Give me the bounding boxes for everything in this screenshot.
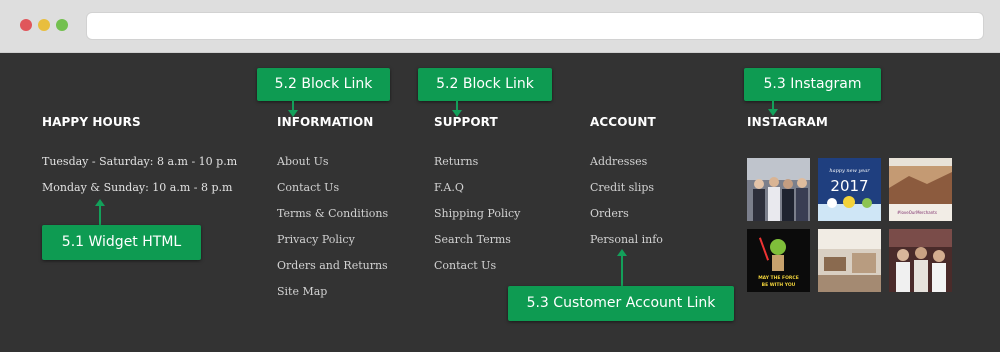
arrow-line: [456, 101, 458, 110]
link-returns[interactable]: Returns: [434, 153, 520, 179]
annotation-instagram: 5.3 Instagram: [744, 68, 881, 101]
close-window-icon[interactable]: [20, 19, 32, 31]
instagram-photo-office[interactable]: [818, 229, 881, 292]
instagram-photo-people[interactable]: [889, 229, 952, 292]
happy-hours-title: HAPPY HOURS: [42, 115, 141, 129]
arrow-down-icon: [452, 110, 462, 117]
account-title: ACCOUNT: [590, 115, 656, 129]
maximize-window-icon[interactable]: [56, 19, 68, 31]
arrow-line: [772, 101, 774, 109]
arrow-line: [99, 205, 101, 225]
link-faq[interactable]: F.A.Q: [434, 179, 520, 205]
link-shipping-policy[interactable]: Shipping Policy: [434, 205, 520, 231]
arrow-line: [292, 101, 294, 110]
arrow-line: [621, 255, 623, 286]
link-support-contact-us[interactable]: Contact Us: [434, 257, 520, 283]
happy-hours-line: Monday & Sunday: 10 a.m - 8 p.m: [42, 181, 233, 194]
instagram-photo-star-wars[interactable]: MAY THE FORCE BE WITH YOU: [747, 229, 810, 292]
support-links: Returns F.A.Q Shipping Policy Search Ter…: [434, 153, 520, 283]
link-orders-returns[interactable]: Orders and Returns: [277, 257, 388, 283]
svg-text:BE WITH YOU: BE WITH YOU: [762, 282, 796, 288]
link-contact-us[interactable]: Contact Us: [277, 179, 388, 205]
annotation-widget-html: 5.1 Widget HTML: [42, 225, 201, 260]
information-links: About Us Contact Us Terms & Conditions P…: [277, 153, 388, 309]
instagram-title: INSTAGRAM: [747, 115, 828, 129]
arrow-down-icon: [768, 109, 778, 116]
address-bar[interactable]: [86, 12, 984, 40]
link-terms-conditions[interactable]: Terms & Conditions: [277, 205, 388, 231]
link-about-us[interactable]: About Us: [277, 153, 388, 179]
link-privacy-policy[interactable]: Privacy Policy: [277, 231, 388, 257]
svg-text:MAY THE FORCE: MAY THE FORCE: [758, 275, 799, 281]
instagram-photo-new-year[interactable]: happy new year 2017: [818, 158, 881, 221]
link-credit-slips[interactable]: Credit slips: [590, 179, 663, 205]
minimize-window-icon[interactable]: [38, 19, 50, 31]
annotation-block-link-support: 5.2 Block Link: [418, 68, 552, 101]
account-links: Addresses Credit slips Orders Personal i…: [590, 153, 663, 257]
instagram-photo-group[interactable]: [747, 158, 810, 221]
browser-toolbar: [0, 0, 1000, 53]
new-year-caption-big: 2017: [830, 177, 868, 195]
support-title: SUPPORT: [434, 115, 498, 129]
arrow-down-icon: [288, 110, 298, 117]
link-site-map[interactable]: Site Map: [277, 283, 388, 309]
new-year-caption-small: happy new year: [829, 168, 870, 174]
svg-text:#loveOurMerchants: #loveOurMerchants: [897, 210, 937, 215]
happy-hours-list: Tuesday - Saturday: 8 a.m - 10 p.m Monda…: [42, 153, 237, 205]
link-addresses[interactable]: Addresses: [590, 153, 663, 179]
instagram-photo-desert[interactable]: #loveOurMerchants: [889, 158, 952, 221]
annotation-customer-account-link: 5.3 Customer Account Link: [508, 286, 734, 321]
link-search-terms[interactable]: Search Terms: [434, 231, 520, 257]
link-orders[interactable]: Orders: [590, 205, 663, 231]
happy-hours-line: Tuesday - Saturday: 8 a.m - 10 p.m: [42, 155, 238, 168]
instagram-grid: happy new year 2017 #loveOurMerchants MA…: [747, 158, 953, 294]
information-title: INFORMATION: [277, 115, 374, 129]
annotation-block-link-information: 5.2 Block Link: [257, 68, 390, 101]
